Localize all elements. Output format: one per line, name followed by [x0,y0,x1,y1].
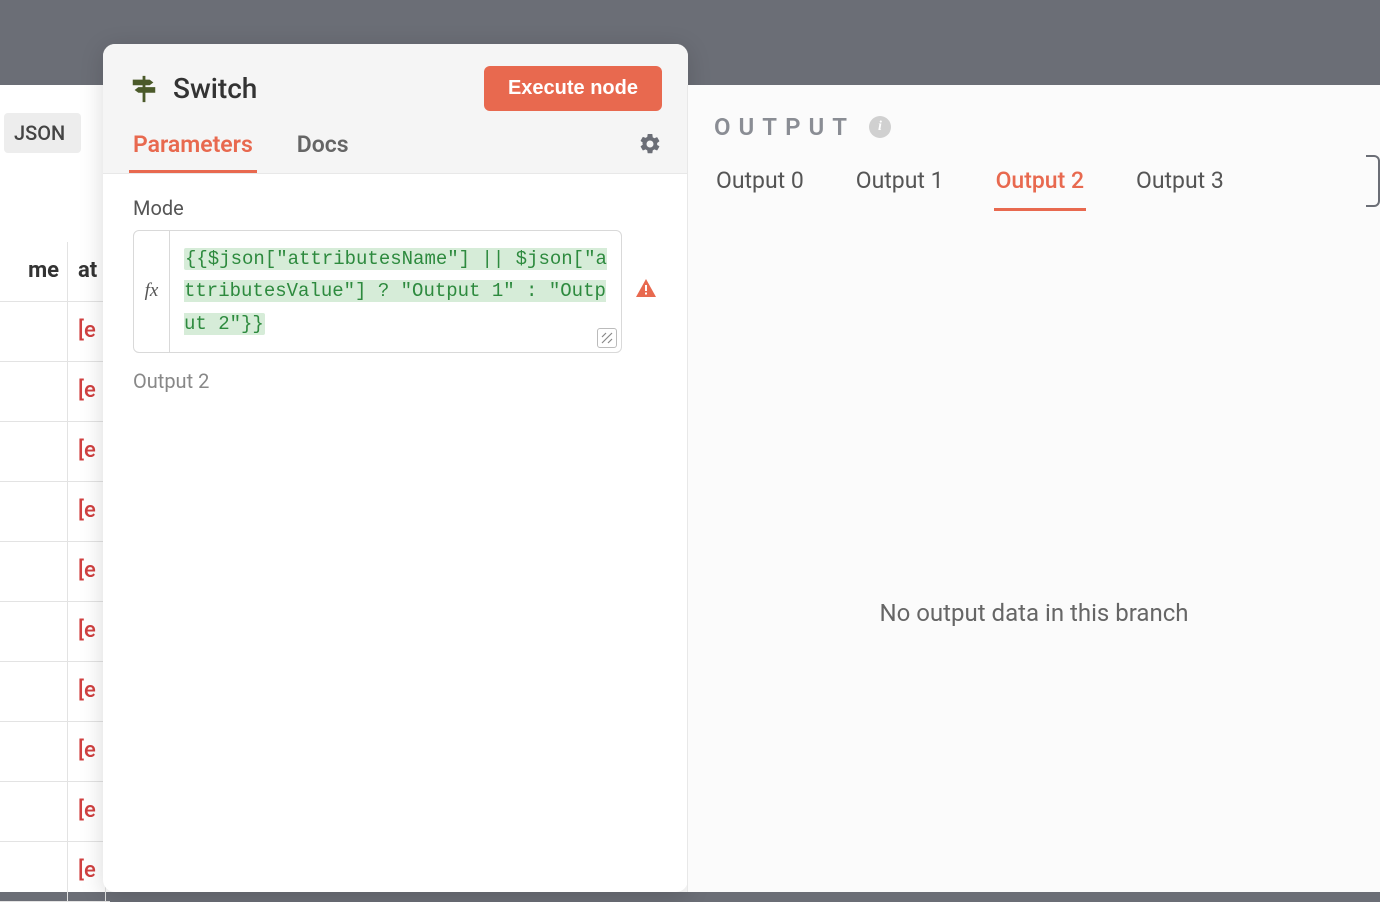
table-header-cell: me [0,242,68,301]
table-cell: [e [68,362,106,421]
node-editor-modal: Switch Execute node Parameters Docs Mode… [103,44,688,892]
table-cell: [e [68,602,106,661]
node-title: Switch [173,72,257,105]
output-tabs: Output 0 Output 1 Output 2 Output 3 [714,167,1354,211]
parameter-label-mode: Mode [133,196,658,220]
fx-indicator: fx [134,231,170,352]
panel-drag-handle[interactable] [1366,155,1380,207]
expression-input[interactable]: fx {{$json["attributesName"] || $json["a… [133,230,622,353]
resize-handle-icon[interactable] [597,328,617,348]
tab-parameters[interactable]: Parameters [129,131,257,173]
tab-output-0[interactable]: Output 0 [714,167,806,211]
table-cell: [e [68,422,106,481]
gear-icon[interactable] [638,141,662,160]
table-cell: [e [68,722,106,781]
json-view-badge[interactable]: JSON [4,113,81,153]
table-cell: [e [68,782,106,841]
output-panel: OUTPUT i Output 0 Output 1 Output 2 Outp… [687,85,1380,892]
execute-node-button[interactable]: Execute node [484,66,662,111]
table-cell: [e [68,482,106,541]
tab-output-2[interactable]: Output 2 [994,167,1086,211]
tab-docs[interactable]: Docs [293,131,353,173]
info-icon[interactable]: i [869,116,891,138]
table-cell: [e [68,842,106,901]
table-cell: [e [68,302,106,361]
tab-output-3[interactable]: Output 3 [1134,167,1226,211]
tab-output-1[interactable]: Output 1 [854,167,946,211]
table-cell: [e [68,662,106,721]
modal-body: Mode fx {{$json["attributesName"] || $js… [103,174,688,415]
table-cell: [e [68,542,106,601]
table-header-cell: at [68,242,106,301]
output-empty-message: No output data in this branch [688,599,1380,627]
output-heading: OUTPUT [714,113,855,141]
expression-result: Output 2 [133,369,658,393]
modal-header: Switch Execute node Parameters Docs [103,44,688,174]
signpost-icon [129,74,159,104]
expression-text[interactable]: {{$json["attributesName"] || $json["attr… [170,231,621,352]
warning-icon [634,277,658,305]
input-table-fragment: me at [e [e [e [e [e [e [e [e [e [e [0,242,110,902]
